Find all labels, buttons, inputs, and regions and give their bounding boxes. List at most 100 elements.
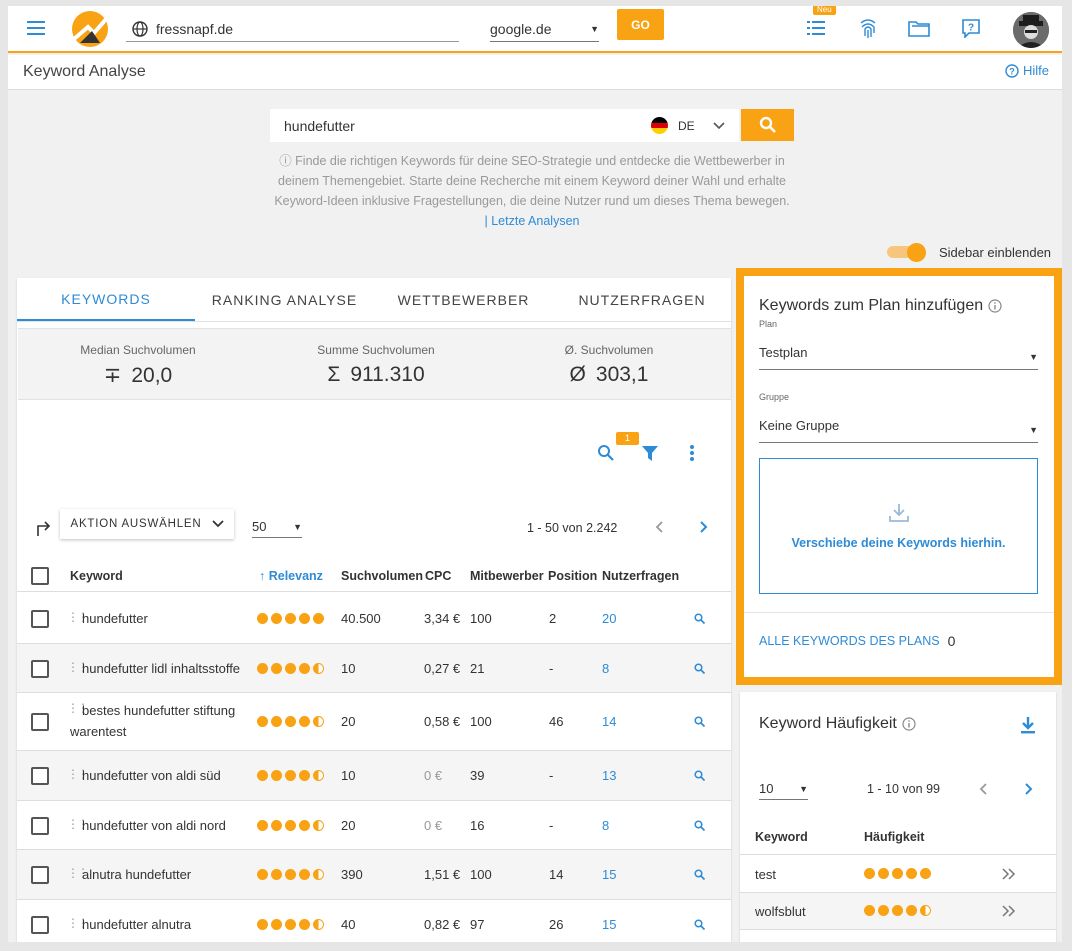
search-icon: [759, 116, 776, 133]
info-icon[interactable]: [902, 717, 916, 731]
row-cpc: 0,58 €: [424, 714, 461, 729]
frequency-row[interactable]: wolfsblut: [740, 893, 1056, 930]
col-keyword[interactable]: Keyword: [70, 569, 123, 583]
row-search-icon[interactable]: [694, 919, 705, 930]
more-options-icon[interactable]: [684, 442, 700, 464]
col-frequency: Häufigkeit: [864, 830, 925, 844]
go-button[interactable]: GO: [617, 9, 664, 40]
action-select-button[interactable]: AKTION AUSWÄHLEN: [60, 509, 234, 539]
country-select[interactable]: DE: [647, 109, 739, 142]
double-chevron-right-icon[interactable]: [1002, 905, 1016, 917]
row-questions-link[interactable]: 14: [602, 714, 616, 729]
recent-analyses-link[interactable]: | Letzte Analysen: [485, 214, 580, 228]
select-all-checkbox[interactable]: [31, 567, 49, 585]
tab-bar: KEYWORDS RANKING ANALYSE WETTBEWERBER NU…: [17, 278, 731, 322]
row-checkbox[interactable]: [31, 767, 49, 785]
row-checkbox[interactable]: [31, 816, 49, 835]
row-keyword-line2: warentest: [70, 724, 127, 739]
app-logo[interactable]: [70, 9, 112, 49]
table-row[interactable]: ⋮⋮ hundefutter 40.500 3,34 €100 2 20: [17, 594, 731, 644]
frequency-row[interactable]: josera: [740, 930, 1056, 942]
tab-ranking-analyse[interactable]: RANKING ANALYSE: [195, 278, 374, 321]
fingerprint-icon[interactable]: [856, 15, 880, 41]
url-field[interactable]: fressnapf.de: [126, 16, 459, 42]
row-questions-link[interactable]: 8: [602, 818, 609, 833]
pagination-info: 1 - 50 von 2.242: [527, 521, 618, 535]
subdirectory-arrow-icon: [33, 518, 53, 538]
info-icon[interactable]: [988, 299, 1002, 313]
relevance-dot: [285, 819, 296, 831]
double-chevron-right-icon[interactable]: [1002, 868, 1016, 880]
help-chat-icon[interactable]: ?: [959, 16, 983, 40]
table-row[interactable]: ⋮⋮ hundefutter lidl inhaltsstoffe 10 0,27 €…: [17, 644, 731, 693]
col-questions[interactable]: Nutzerfragen: [602, 569, 679, 583]
row-search-icon[interactable]: [694, 716, 705, 727]
menu-icon[interactable]: [24, 16, 48, 40]
folder-icon[interactable]: [906, 16, 932, 40]
row-questions-link[interactable]: 13: [602, 768, 616, 783]
table-row[interactable]: ⋮⋮ hundefutter von aldi nord 20 0 €16-8: [17, 801, 731, 850]
row-search-icon[interactable]: [694, 819, 705, 831]
table-search-icon[interactable]: [595, 442, 617, 464]
row-questions-link[interactable]: 20: [602, 611, 616, 626]
frequency-row[interactable]: test: [740, 856, 1056, 893]
keyword-input[interactable]: hundefutter: [270, 109, 647, 142]
tab-keywords[interactable]: KEYWORDS: [17, 278, 195, 321]
relevance-dot: [878, 905, 889, 916]
relevance-dot: [285, 919, 296, 930]
row-checkbox[interactable]: [31, 866, 49, 884]
relevance-dot: [257, 819, 268, 831]
next-page-icon[interactable]: [694, 517, 714, 537]
row-questions-link[interactable]: 8: [602, 661, 609, 676]
caret-down-icon: ▼: [590, 23, 599, 34]
row-questions-link[interactable]: 15: [602, 867, 616, 882]
table-row[interactable]: ⋮⋮ bestes hundefutter stiftung warentest 20…: [17, 693, 731, 751]
help-link[interactable]: ? Hilfe: [1005, 63, 1049, 78]
all-plan-keywords-link[interactable]: ALLE KEYWORDS DES PLANS 0: [759, 633, 955, 649]
row-questions-link[interactable]: 15: [602, 917, 616, 932]
page-size-select[interactable]: 50 ▼: [252, 516, 302, 538]
keyword-drop-zone[interactable]: Verschiebe deine Keywords hierhin.: [759, 458, 1038, 594]
avatar[interactable]: [1013, 12, 1049, 48]
frequency-page-size-select[interactable]: 10 ▼: [759, 778, 808, 800]
url-value: fressnapf.de: [156, 20, 234, 37]
col-competitors[interactable]: Mitbewerber: [470, 569, 544, 583]
tab-nutzerfragen[interactable]: NUTZERFRAGEN: [553, 278, 731, 321]
table-row[interactable]: ⋮⋮ alnutra hundefutter 390 1,51 €100 14 15: [17, 850, 731, 900]
relevance-dot: [285, 716, 296, 727]
prev-page-icon[interactable]: [649, 517, 669, 537]
col-position[interactable]: Position: [548, 569, 597, 583]
row-competitors: 21: [470, 660, 485, 676]
relevance-dot: [299, 662, 310, 674]
row-checkbox[interactable]: [31, 916, 49, 934]
row-checkbox[interactable]: [31, 610, 49, 628]
relevance-dot: [313, 716, 324, 727]
table-row[interactable]: ⋮⋮ hundefutter von aldi süd 10 0 €39-13: [17, 751, 731, 801]
frequency-page-size-value: 10: [759, 781, 774, 796]
list-icon[interactable]: [804, 16, 828, 40]
plan-title: Keywords zum Plan hinzufügen: [759, 297, 1002, 315]
row-search-icon[interactable]: [694, 662, 705, 674]
plan-select[interactable]: Testplan ▼: [759, 336, 1038, 370]
relevance-dot: [313, 819, 324, 831]
filter-icon[interactable]: [639, 442, 661, 464]
col-volume[interactable]: Suchvolumen: [341, 569, 423, 583]
sidebar-toggle[interactable]: [887, 243, 927, 262]
row-checkbox[interactable]: [31, 713, 49, 731]
row-search-icon[interactable]: [694, 770, 705, 781]
prev-page-icon[interactable]: [973, 779, 993, 799]
download-icon[interactable]: [1018, 715, 1038, 735]
col-relevance[interactable]: ↑ Relevanz: [259, 569, 323, 583]
search-engine-select[interactable]: google.de ▼: [490, 16, 599, 42]
stat-value: 911.310: [350, 363, 425, 386]
row-search-icon[interactable]: [694, 613, 705, 624]
table-row[interactable]: ⋮⋮ hundefutter alnutra 40 0,82 €97 26 15: [17, 900, 731, 942]
col-cpc[interactable]: CPC: [425, 569, 451, 583]
group-select[interactable]: Keine Gruppe ▼: [759, 409, 1038, 443]
row-checkbox[interactable]: [31, 659, 49, 678]
row-cpc: 0,82 €: [424, 917, 461, 932]
next-page-icon[interactable]: [1019, 779, 1039, 799]
row-search-icon[interactable]: [694, 869, 705, 880]
tab-wettbewerber[interactable]: WETTBEWERBER: [374, 278, 553, 321]
search-button[interactable]: [741, 109, 794, 141]
